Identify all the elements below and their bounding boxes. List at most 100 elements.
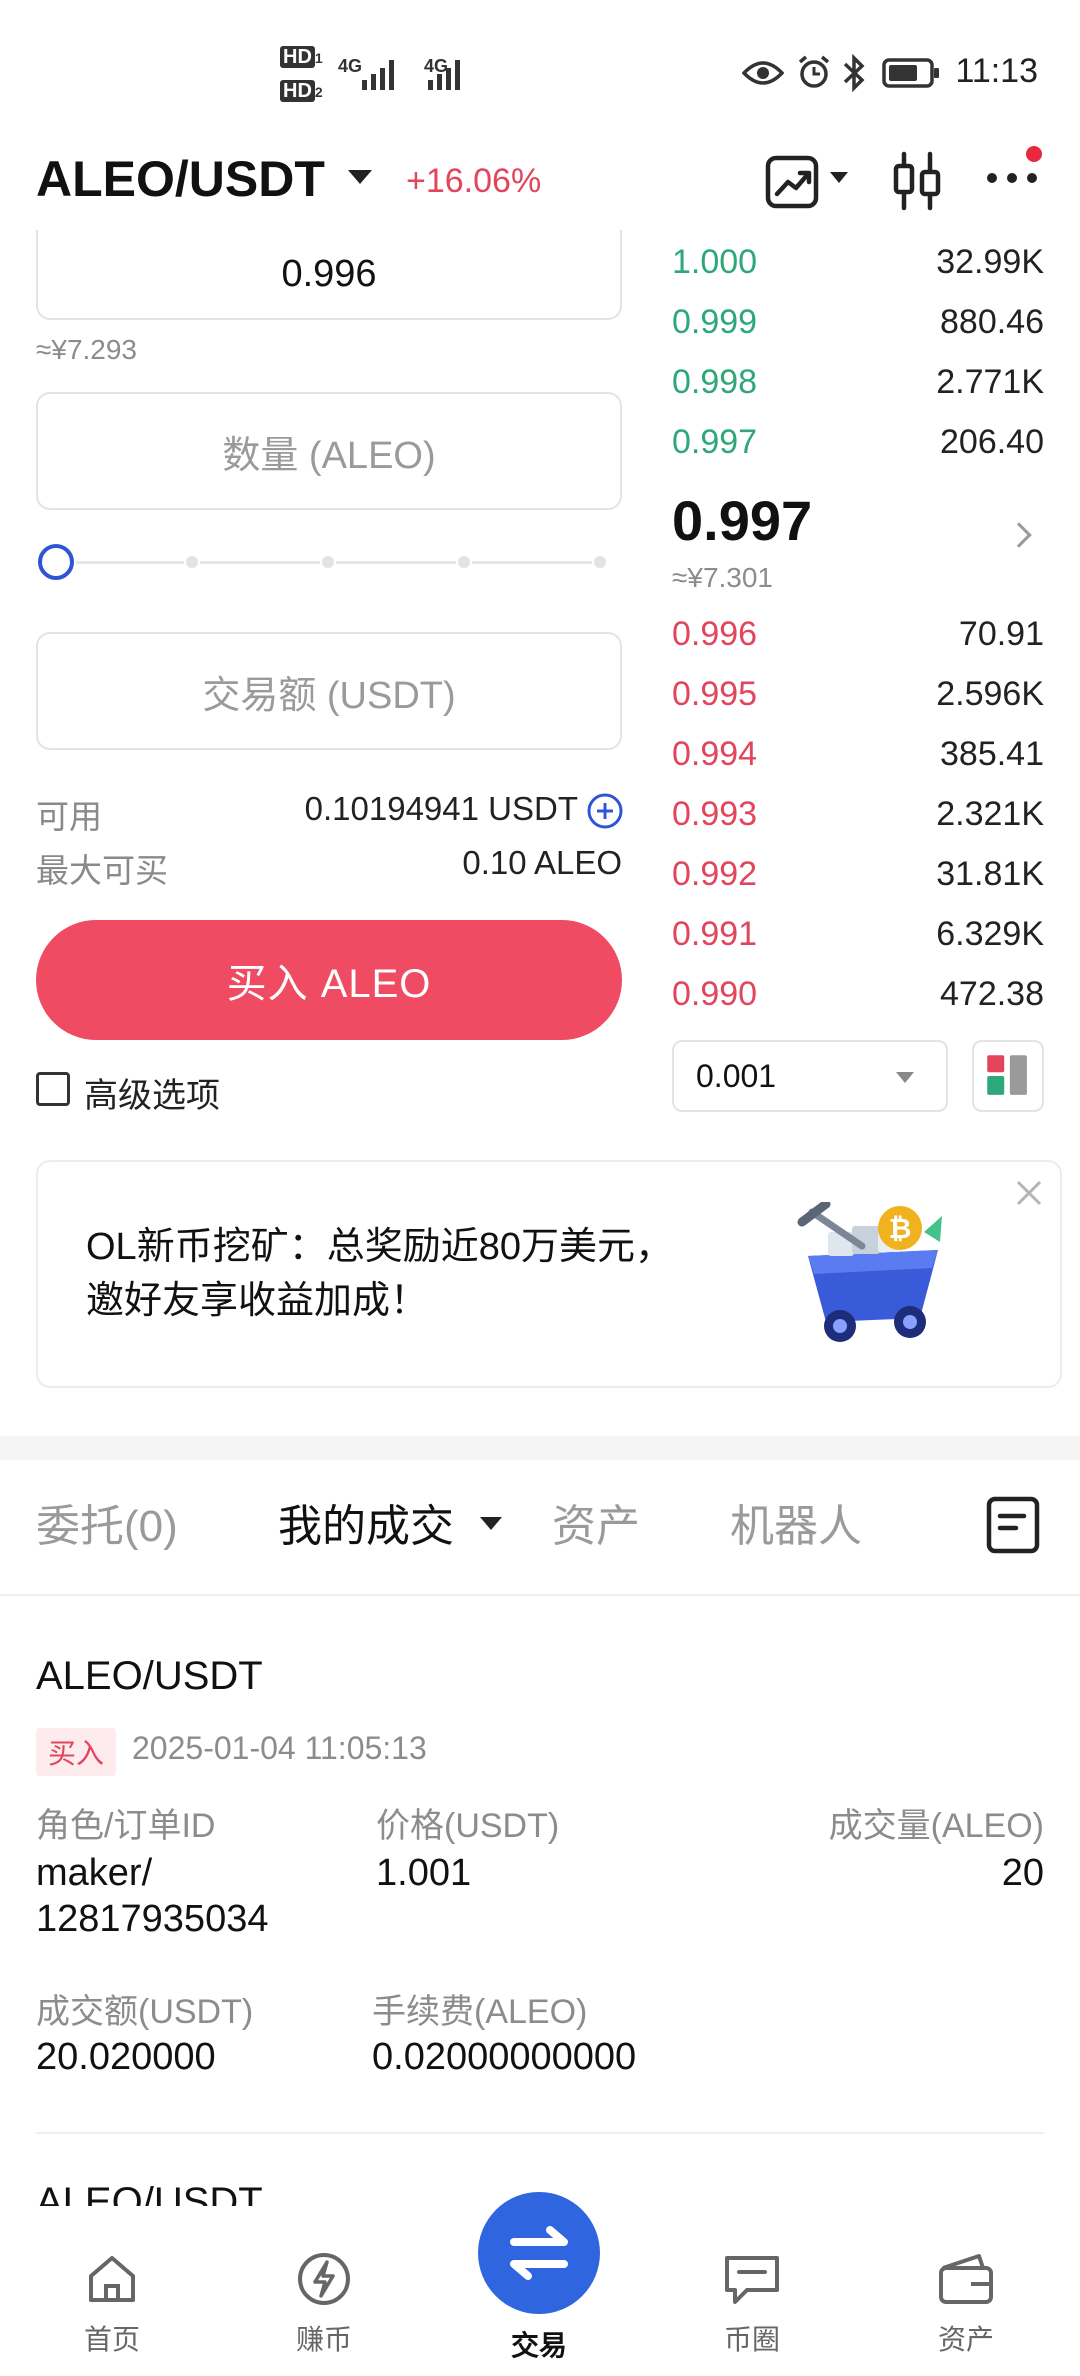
- order-book-row[interactable]: 1.000 32.99K: [672, 232, 1044, 292]
- candlestick-icon[interactable]: [890, 150, 944, 212]
- order-book-price: 0.991: [672, 914, 758, 953]
- nav-trade[interactable]: [478, 2192, 600, 2314]
- nav-earn-label: 赚币: [295, 2324, 352, 2355]
- amount-slider-knob[interactable]: [38, 544, 74, 580]
- order-book-quantity: 880.46: [940, 302, 1044, 341]
- close-icon[interactable]: [1012, 1176, 1046, 1210]
- tab-bots[interactable]: 机器人: [730, 1490, 862, 1554]
- buy-button[interactable]: 买入 ALEO: [36, 920, 622, 1040]
- order-book-row[interactable]: 0.999 880.46: [672, 292, 1044, 352]
- order-history-icon[interactable]: [984, 1494, 1042, 1556]
- order-book-price: 0.997: [672, 422, 758, 461]
- tabs-divider: [0, 1594, 1080, 1596]
- slider-step-50[interactable]: [320, 554, 336, 570]
- fee-label: 手续费(ALEO): [372, 1993, 588, 2031]
- price-label: 价格(USDT): [376, 1807, 560, 1845]
- price-value: 1.001: [376, 1852, 472, 1894]
- price-input[interactable]: 0.996: [36, 230, 622, 320]
- price-change: +16.06%: [406, 162, 542, 200]
- nav-assets-label: 资产: [937, 2324, 994, 2355]
- record-divider: [36, 2132, 1044, 2134]
- order-book-row[interactable]: 0.995 2.596K: [672, 664, 1044, 724]
- order-book-quantity: 385.41: [940, 734, 1044, 773]
- order-book-row[interactable]: 0.997 206.40: [672, 412, 1044, 472]
- slider-step-100[interactable]: [592, 554, 608, 570]
- order-book-row[interactable]: 0.992 31.81K: [672, 844, 1044, 904]
- fee-value: 0.02000000000: [372, 2036, 637, 2078]
- price-cny-estimate: ≈¥7.293: [36, 334, 138, 365]
- role-label: 角色/订单ID: [36, 1807, 216, 1845]
- slider-step-25[interactable]: [184, 554, 200, 570]
- chevron-right-icon[interactable]: [1006, 522, 1032, 548]
- mining-cart-icon: ₿: [797, 1202, 942, 1342]
- order-book-row[interactable]: 0.996 70.91: [672, 604, 1044, 664]
- promo-banner[interactable]: OL新币挖矿：总奖励近80万美元，邀好友享收益加成！ ₿: [36, 1160, 1062, 1388]
- tab-assets[interactable]: 资产: [552, 1490, 640, 1554]
- order-book-row[interactable]: 0.994 385.41: [672, 724, 1044, 784]
- last-price-cny: ≈¥7.301: [672, 562, 774, 593]
- order-book-quantity: 2.596K: [936, 674, 1044, 713]
- more-icon[interactable]: [984, 142, 1044, 198]
- nav-community[interactable]: 币圈: [692, 2250, 812, 2358]
- order-book-price: 0.999: [672, 302, 758, 341]
- home-icon: [89, 2256, 135, 2302]
- order-book-price: 0.998: [672, 362, 758, 401]
- amount-slider-track[interactable]: [76, 561, 606, 564]
- bluetooth-icon: [843, 54, 865, 92]
- order-book-price: 1.000: [672, 242, 758, 281]
- add-funds-icon[interactable]: [586, 792, 624, 830]
- order-book-quantity: 6.329K: [936, 914, 1044, 953]
- order-book-row[interactable]: 0.998 2.771K: [672, 352, 1044, 412]
- chart-trend-icon[interactable]: [764, 154, 820, 210]
- advanced-options-checkbox[interactable]: [36, 1072, 70, 1106]
- amount-label: 成交额(USDT): [36, 1993, 254, 2031]
- order-book-row[interactable]: 0.993 2.321K: [672, 784, 1044, 844]
- chevron-down-icon[interactable]: [348, 170, 372, 184]
- nav-earn[interactable]: 赚币: [264, 2250, 384, 2358]
- trade-time: 2025-01-04 11:05:13: [132, 1730, 427, 1766]
- depth-precision-value: 0.001: [696, 1057, 777, 1094]
- wallet-icon: [939, 2254, 993, 2304]
- order-book-quantity: 2.321K: [936, 794, 1044, 833]
- order-book-quantity: 31.81K: [936, 854, 1044, 893]
- max-buy-value: 0.10 ALEO: [462, 844, 622, 881]
- hd-indicator-1: HD 1: [280, 46, 323, 69]
- amount-input[interactable]: 数量 (ALEO): [36, 392, 622, 510]
- promo-banner-text: OL新币挖矿：总奖励近80万美元，邀好友享收益加成！: [86, 1226, 673, 1322]
- max-buy-label: 最大可买: [36, 852, 168, 889]
- slider-step-75[interactable]: [456, 554, 472, 570]
- chevron-down-icon[interactable]: [896, 1072, 914, 1083]
- order-book-price: 0.993: [672, 794, 758, 833]
- hd-indicator-2: HD 2: [280, 80, 323, 103]
- bottom-nav: 首页 赚币 交易 币圈 资产: [0, 2192, 1080, 2376]
- tab-my-trades[interactable]: 我的成交: [278, 1490, 454, 1554]
- chart-type-caret-icon[interactable]: [830, 172, 848, 183]
- pair-selector[interactable]: ALEO/USDT: [36, 150, 325, 208]
- nav-home[interactable]: 首页: [52, 2250, 172, 2358]
- order-book-quantity: 2.771K: [936, 362, 1044, 401]
- order-book-price: 0.992: [672, 854, 758, 893]
- order-book-price: 0.994: [672, 734, 758, 773]
- order-book-quantity: 32.99K: [936, 242, 1044, 281]
- book-layout-icon[interactable]: [972, 1040, 1044, 1112]
- total-input[interactable]: 交易额 (USDT): [36, 632, 622, 750]
- nav-community-label: 币圈: [723, 2324, 780, 2355]
- side-badge: 买入: [36, 1728, 117, 1776]
- order-book-row[interactable]: 0.991 6.329K: [672, 904, 1044, 964]
- svg-text:₿: ₿: [889, 1212, 912, 1245]
- alarm-icon: [798, 55, 830, 88]
- chevron-down-icon[interactable]: [480, 1517, 502, 1530]
- order-book-row[interactable]: 0.990 472.38: [672, 964, 1044, 1024]
- volume-value: 20: [1001, 1852, 1044, 1894]
- nav-trade-label: 交易: [510, 2330, 567, 2361]
- tab-orders[interactable]: 委托(0): [36, 1490, 178, 1554]
- price-input-value: 0.996: [281, 252, 377, 295]
- last-price: 0.997: [672, 489, 813, 552]
- nav-assets[interactable]: 资产: [906, 2250, 1026, 2358]
- signal-icon-2: [428, 56, 460, 90]
- advanced-options-label[interactable]: 高级选项: [84, 1068, 220, 1117]
- order-id-value: 12817935034: [36, 1898, 269, 1940]
- order-book-quantity: 472.38: [940, 974, 1044, 1013]
- order-book-price: 0.995: [672, 674, 758, 713]
- trade-record-pair: ALEO/USDT: [36, 1654, 263, 1698]
